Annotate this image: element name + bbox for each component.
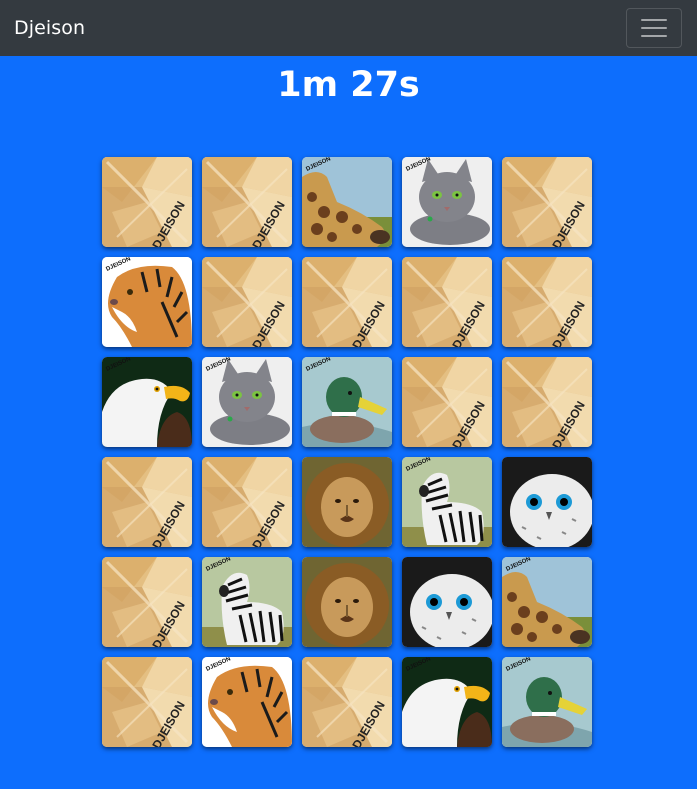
memory-card-face-down[interactable]: DJEISON xyxy=(102,457,192,547)
hamburger-icon-line xyxy=(641,35,667,37)
memory-card-zebra[interactable]: DJEISON xyxy=(402,457,492,547)
hamburger-icon-line xyxy=(641,27,667,29)
memory-card-face-down[interactable]: DJEISON xyxy=(502,157,592,247)
memory-card-face-down[interactable]: DJEISON xyxy=(202,157,292,247)
memory-card-lion[interactable] xyxy=(302,557,392,647)
memory-card-face-down[interactable]: DJEISON xyxy=(202,257,292,347)
memory-card-duck[interactable]: DJEISON xyxy=(502,657,592,747)
memory-card-owl[interactable] xyxy=(502,457,592,547)
memory-card-face-down[interactable]: DJEISON xyxy=(402,257,492,347)
memory-card-owl[interactable] xyxy=(402,557,492,647)
navbar-toggler-button[interactable] xyxy=(626,8,682,48)
memory-card-eagle[interactable]: DJEISON xyxy=(102,357,192,447)
memory-card-duck[interactable]: DJEISON xyxy=(302,357,392,447)
memory-card-eagle[interactable]: DJEISON xyxy=(402,657,492,747)
memory-card-giraffe[interactable]: DJEISON xyxy=(302,157,392,247)
memory-card-tiger[interactable]: DJEISON xyxy=(202,657,292,747)
hamburger-icon-line xyxy=(641,19,667,21)
memory-card-face-down[interactable]: DJEISON xyxy=(202,457,292,547)
memory-card-face-down[interactable]: DJEISON xyxy=(402,357,492,447)
memory-card-face-down[interactable]: DJEISON xyxy=(102,657,192,747)
memory-card-face-down[interactable]: DJEISON xyxy=(502,357,592,447)
memory-card-lion[interactable] xyxy=(302,457,392,547)
memory-card-tiger[interactable]: DJEISON xyxy=(102,257,192,347)
memory-card-face-down[interactable]: DJEISON xyxy=(302,257,392,347)
memory-card-cat[interactable]: DJEISON xyxy=(202,357,292,447)
memory-card-face-down[interactable]: DJEISON xyxy=(102,157,192,247)
memory-card-face-down[interactable]: DJEISON xyxy=(102,557,192,647)
navbar: Djeison xyxy=(0,0,697,56)
game-timer: 1m 27s xyxy=(277,65,420,105)
memory-card-zebra[interactable]: DJEISON xyxy=(202,557,292,647)
memory-card-giraffe[interactable]: DJEISON xyxy=(502,557,592,647)
memory-card-cat[interactable]: DJEISON xyxy=(402,157,492,247)
navbar-brand[interactable]: Djeison xyxy=(14,0,85,56)
memory-card-face-down[interactable]: DJEISON xyxy=(502,257,592,347)
memory-card-face-down[interactable]: DJEISON xyxy=(302,657,392,747)
memory-board: DJEISON DJEISON DJEISON DJEISON DJEISON DJEIS… xyxy=(102,157,592,747)
